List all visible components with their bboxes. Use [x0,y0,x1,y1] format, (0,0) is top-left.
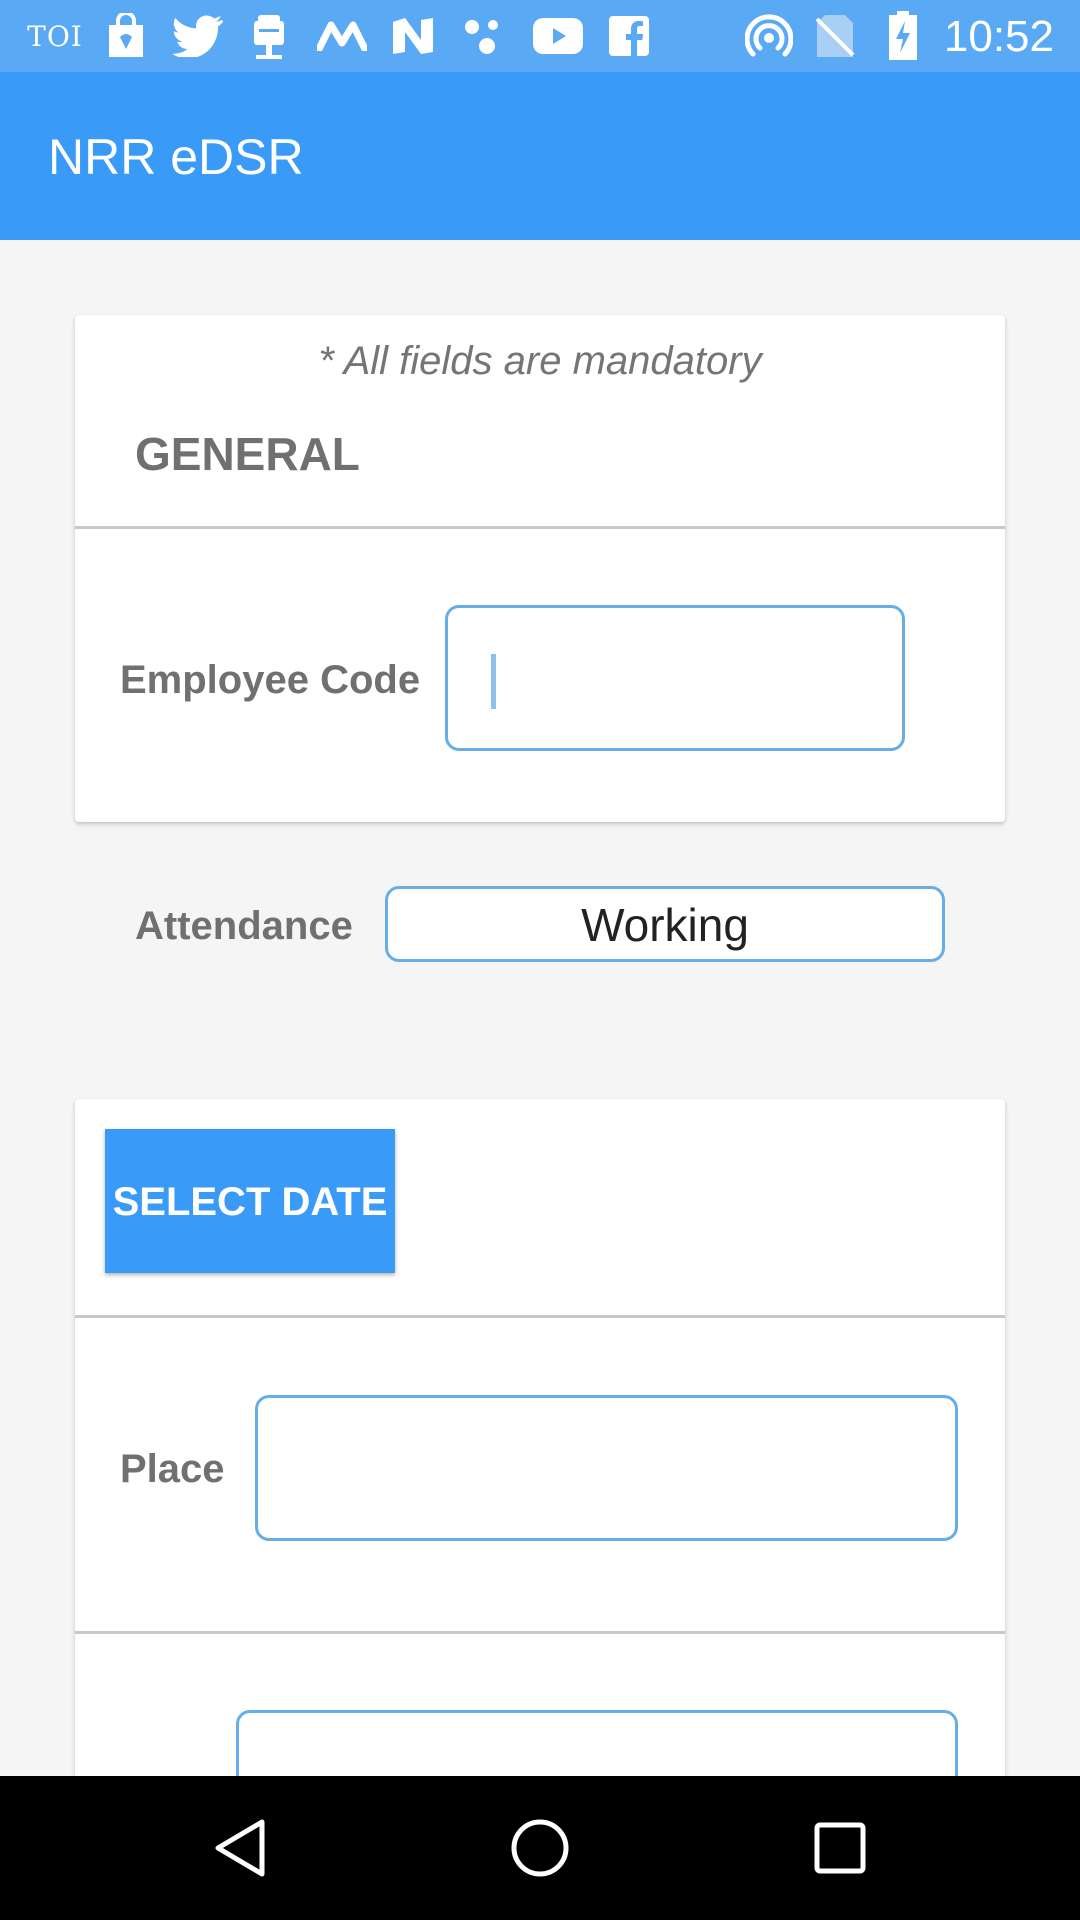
attendance-value: Working [581,899,749,951]
next-field-input[interactable] [236,1710,958,1776]
card-divider-2 [75,1631,1005,1634]
date-card: SELECT DATE Place [75,1099,1005,1776]
toi-label: TOI [27,19,83,53]
recents-icon[interactable] [770,1776,910,1920]
status-bar: TOI 10:52 [0,0,1080,72]
app-bar: NRR eDSR [0,72,1080,240]
facebook-icon [608,0,650,72]
attendance-label: Attendance [135,904,353,948]
employee-code-input[interactable] [445,605,905,751]
general-card: * All fields are mandatory GENERAL Emplo… [75,315,1005,962]
dots-icon [462,0,508,72]
employee-code-label: Employee Code [120,658,421,702]
battery-charging-icon [882,0,924,72]
n-icon [390,0,436,72]
m-icon [316,0,368,72]
select-date-button[interactable]: SELECT DATE [105,1129,395,1273]
attendance-select[interactable]: Working [385,886,945,962]
android-icon [248,0,290,72]
toi-icon: TOI [26,0,84,72]
shopping-bag-icon [104,0,148,72]
no-sim-icon [812,0,858,72]
app-title: NRR eDSR [48,129,304,185]
section-title-general: GENERAL [135,428,360,480]
form-scroll-area[interactable]: * All fields are mandatory GENERAL Emplo… [0,240,1080,1776]
hotspot-icon [744,0,794,72]
navigation-bar [0,1776,1080,1920]
card-divider [75,1315,1005,1318]
youtube-icon [532,0,584,72]
text-caret [491,654,496,709]
place-input[interactable] [255,1395,958,1541]
back-icon[interactable] [170,1776,310,1920]
home-icon[interactable] [470,1776,610,1920]
mandatory-note: * All fields are mandatory [318,339,762,383]
twitter-icon [172,0,224,72]
section-divider [75,526,1005,529]
status-clock: 10:52 [943,12,1054,61]
place-label: Place [120,1447,225,1491]
